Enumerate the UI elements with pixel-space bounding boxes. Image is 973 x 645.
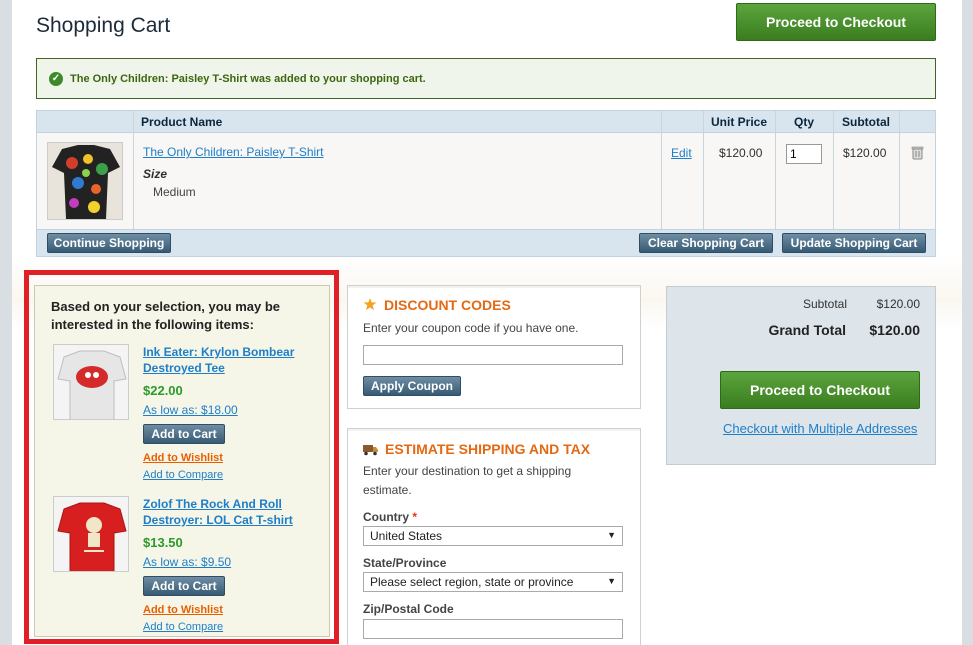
crosssell-item-image[interactable] (53, 344, 129, 420)
cart-edit-link[interactable]: Edit (671, 146, 692, 160)
continue-shopping-button[interactable]: Continue Shopping (47, 233, 171, 253)
crosssell-item-price: $13.50 (143, 535, 183, 550)
cart-product-name-link[interactable]: The Only Children: Paisley T-Shirt (143, 145, 324, 159)
crosssell-add-to-wishlist-link[interactable]: Add to Wishlist (143, 604, 223, 616)
cart-qty-input[interactable] (786, 144, 822, 164)
discount-codes-title-text: DISCOUNT CODES (384, 297, 511, 313)
star-badge-icon (363, 298, 377, 311)
cart-product-image[interactable] (47, 142, 123, 220)
cart-table: Product Name Unit Price Qty Subtotal The… (36, 110, 936, 257)
crosssell-add-to-compare-link[interactable]: Add to Compare (143, 621, 223, 633)
country-select-value: United States (370, 529, 443, 543)
page: Shopping Cart Proceed to Checkout ✓ The … (12, 0, 962, 645)
cart-option-value: Medium (153, 185, 196, 199)
success-message-text: The Only Children: Paisley T-Shirt was a… (70, 72, 426, 85)
cart-option-label: Size (143, 167, 168, 181)
cart-table-header: Product Name Unit Price Qty Subtotal (37, 111, 935, 133)
country-select[interactable]: United States ▼ (363, 526, 623, 546)
cart-table-footer: Continue Shopping Clear Shopping Cart Up… (37, 229, 935, 256)
grand-total-value: $120.00 (869, 322, 920, 338)
state-label: State/Province (363, 556, 447, 570)
estimate-shipping-title: ESTIMATE SHIPPING AND TAX (362, 441, 590, 457)
proceed-to-checkout-button[interactable]: Proceed to Checkout (720, 371, 920, 409)
remove-item-icon[interactable] (910, 145, 924, 160)
crosssell-title: Based on your selection, you may be inte… (51, 299, 281, 332)
success-message: ✓ The Only Children: Paisley T-Shirt was… (36, 58, 936, 99)
crosssell-add-to-wishlist-link[interactable]: Add to Wishlist (143, 452, 223, 464)
crosssell-item-low-price-link[interactable]: As low as: $9.50 (143, 555, 231, 569)
cart-subtotal: $120.00 (843, 146, 887, 160)
column-unit-price: Unit Price (710, 115, 767, 129)
crosssell-block: Based on your selection, you may be inte… (34, 285, 330, 637)
country-label: Country * (363, 510, 417, 524)
cart-unit-price: $120.00 (719, 146, 763, 160)
coupon-code-input[interactable] (363, 345, 623, 365)
grand-total-label: Grand Total (768, 322, 846, 338)
state-select[interactable]: Please select region, state or province … (363, 572, 623, 592)
cart-totals-box: Subtotal $120.00 Grand Total $120.00 Pro… (666, 286, 936, 465)
crosssell-add-to-cart-button[interactable]: Add to Cart (143, 576, 225, 596)
estimate-shipping-title-text: ESTIMATE SHIPPING AND TAX (385, 441, 591, 457)
zip-code-input[interactable] (363, 619, 623, 639)
update-shopping-cart-button[interactable]: Update Shopping Cart (782, 233, 926, 253)
crosssell-add-to-compare-link[interactable]: Add to Compare (143, 469, 223, 481)
apply-coupon-button[interactable]: Apply Coupon (363, 376, 461, 396)
discount-codes-title: DISCOUNT CODES (362, 297, 511, 313)
shipping-description: Enter your destination to get a shipping… (363, 464, 572, 497)
page-title: Shopping Cart (36, 14, 171, 37)
subtotal-value: $120.00 (876, 297, 920, 311)
country-label-text: Country (363, 510, 409, 524)
crosssell-item-name-link[interactable]: Ink Eater: Krylon Bombear Destroyed Tee (143, 344, 313, 376)
zip-label: Zip/Postal Code (363, 602, 454, 616)
truck-icon (363, 445, 378, 456)
checkmark-icon: ✓ (49, 71, 63, 86)
column-subtotal: Subtotal (842, 115, 890, 129)
dropdown-arrow-icon: ▼ (607, 576, 616, 586)
crosssell-item-name-link[interactable]: Zolof The Rock And Roll Destroyer: LOL C… (143, 496, 318, 528)
estimate-shipping-box: ESTIMATE SHIPPING AND TAX Enter your des… (347, 428, 641, 645)
checkout-multiple-addresses-link[interactable]: Checkout with Multiple Addresses (723, 421, 917, 436)
clear-shopping-cart-button[interactable]: Clear Shopping Cart (639, 233, 773, 253)
dropdown-arrow-icon: ▼ (607, 530, 616, 540)
subtotal-label: Subtotal (802, 297, 847, 311)
proceed-to-checkout-top-button[interactable]: Proceed to Checkout (736, 3, 936, 41)
crosssell-add-to-cart-button[interactable]: Add to Cart (143, 424, 225, 444)
crosssell-item-image[interactable] (53, 496, 129, 572)
required-marker: * (412, 510, 418, 524)
state-select-value: Please select region, state or province (370, 575, 574, 589)
column-product-name: Product Name (141, 115, 223, 129)
crosssell-item-low-price-link[interactable]: As low as: $18.00 (143, 403, 238, 417)
column-qty: Qty (793, 115, 814, 129)
discount-description: Enter your coupon code if you have one. (363, 321, 579, 335)
discount-codes-box: DISCOUNT CODES Enter your coupon code if… (347, 285, 641, 409)
crosssell-item-price: $22.00 (143, 383, 183, 398)
